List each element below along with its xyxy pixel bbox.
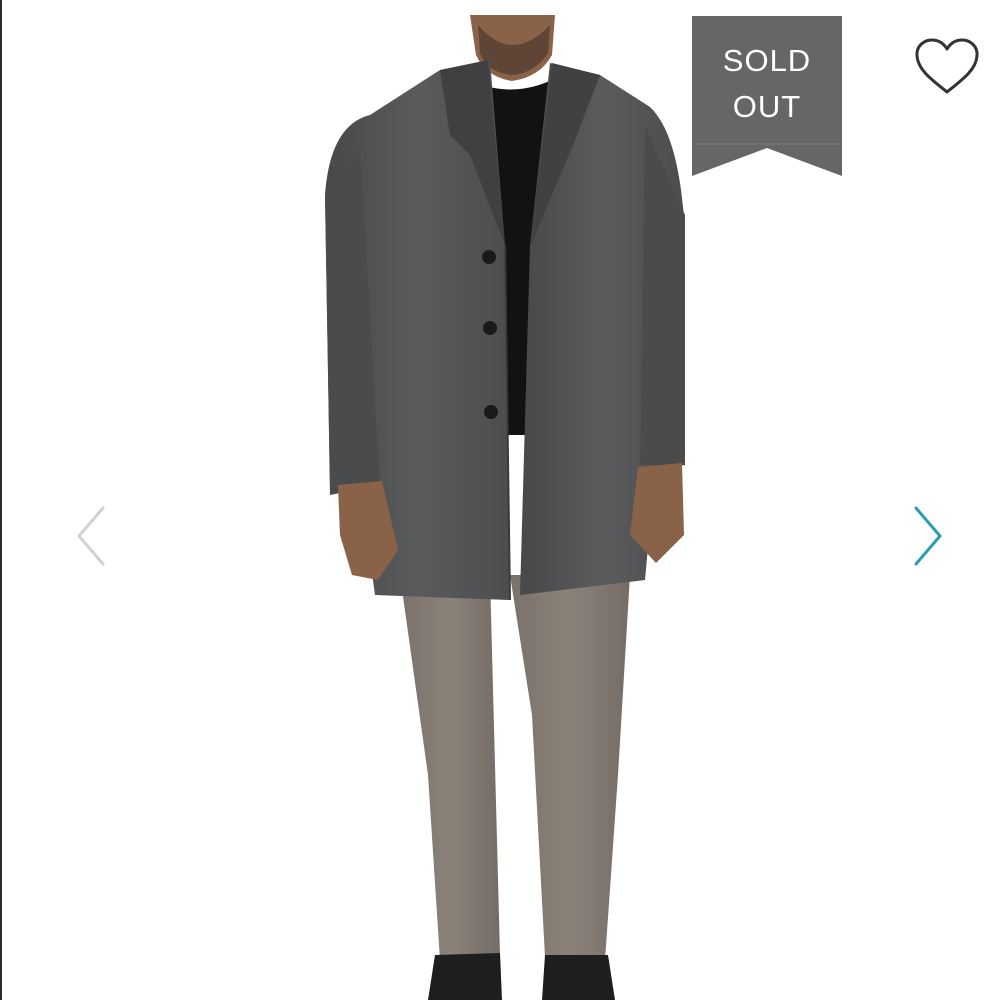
sold-out-line-1: SOLD [722, 43, 812, 78]
chevron-left-icon [77, 506, 105, 566]
heart-outline-icon [915, 38, 979, 94]
sold-out-badge: SOLD OUT [692, 16, 842, 176]
carousel-prev-button[interactable] [68, 500, 112, 572]
frame-edge [0, 0, 2, 1000]
product-gallery: SOLD OUT [0, 0, 1000, 1000]
sold-out-label: SOLD OUT [692, 38, 842, 130]
sold-out-line-2: OUT [732, 89, 802, 124]
carousel-next-button[interactable] [905, 500, 949, 572]
chevron-right-icon [914, 506, 942, 566]
favorite-button[interactable] [912, 36, 982, 98]
product-photo [325, 15, 685, 1000]
